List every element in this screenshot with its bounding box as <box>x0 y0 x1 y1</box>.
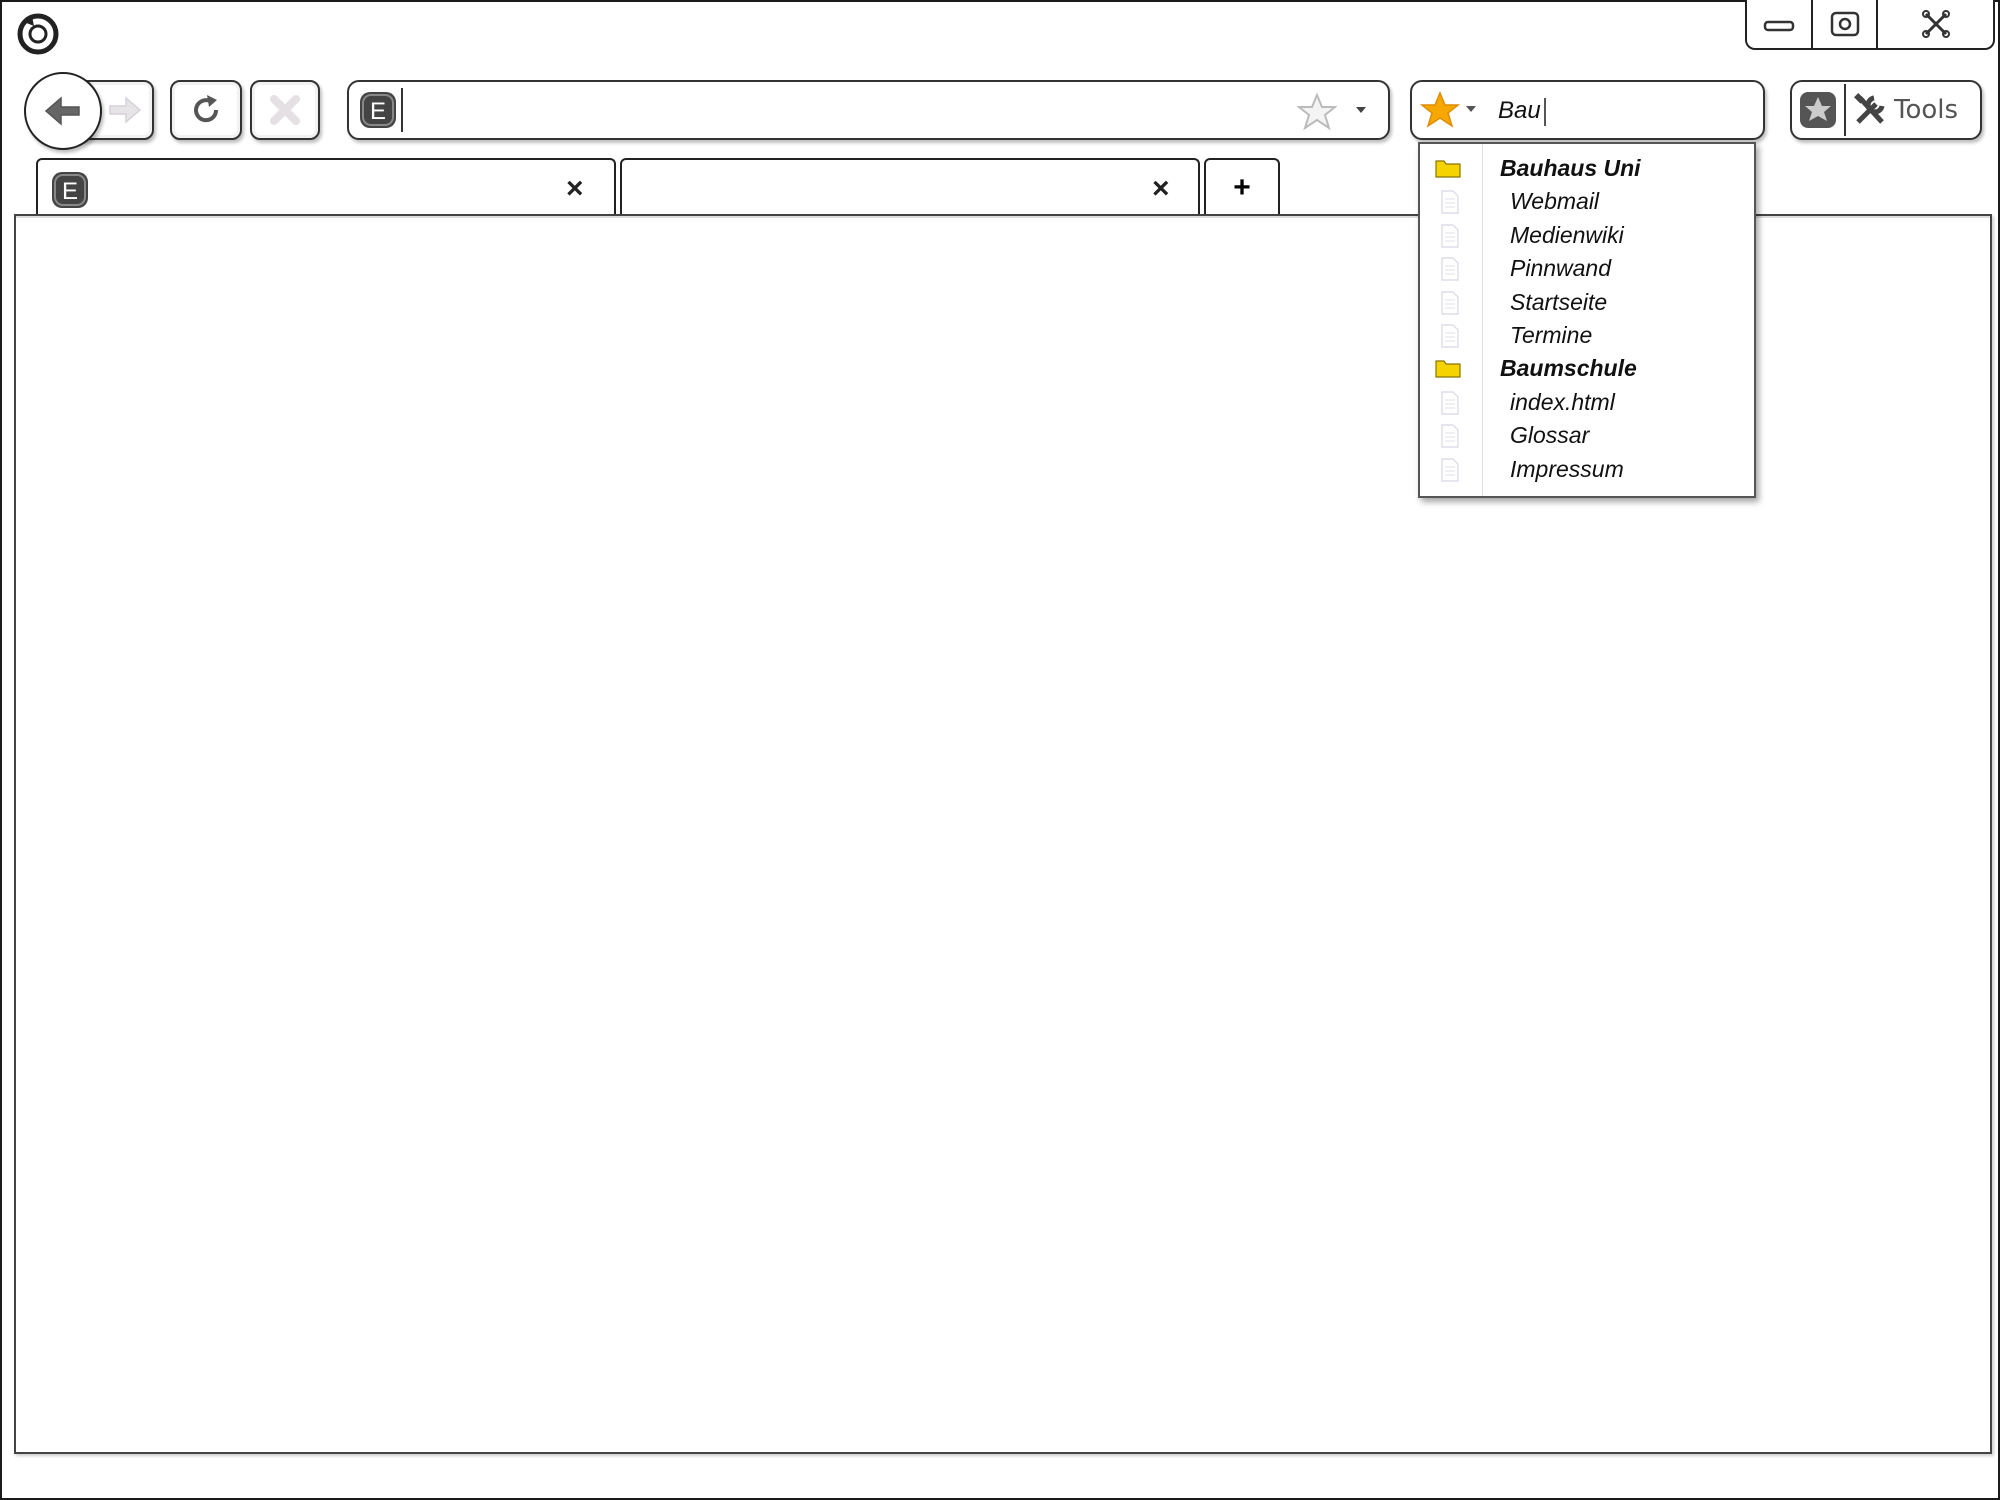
bookmark-folder-row[interactable]: Baumschule <box>1420 352 1754 385</box>
tab-close-button[interactable]: × <box>1152 174 1170 204</box>
page-icon <box>1440 424 1460 453</box>
reload-icon <box>194 95 219 123</box>
bookmark-label: Impressum <box>1510 455 1624 482</box>
new-tab-button[interactable]: + <box>1204 158 1280 216</box>
plus-icon: + <box>1233 171 1251 204</box>
folder-icon <box>1434 357 1462 384</box>
site-favicon-icon: E <box>360 92 396 128</box>
stop-icon <box>270 95 300 125</box>
page-icon <box>1440 457 1460 487</box>
bookmark-folder-row[interactable]: Bauhaus Uni <box>1420 152 1754 185</box>
site-identity-button[interactable]: E <box>355 88 403 132</box>
forward-arrow-icon <box>109 96 142 124</box>
close-window-button[interactable] <box>1878 0 1993 48</box>
tools-button[interactable]: Tools <box>1852 92 1958 128</box>
folder-icon <box>1434 157 1462 184</box>
chevron-down-icon <box>1466 106 1476 112</box>
bookmark-item-row[interactable]: Webmail <box>1420 185 1754 218</box>
svg-text:E: E <box>62 178 78 205</box>
chevron-down-icon <box>1356 107 1366 113</box>
bookmark-item-row[interactable]: Glossar <box>1420 419 1754 452</box>
close-icon <box>1921 10 1950 38</box>
page-icon <box>1440 324 1460 353</box>
stop-button[interactable] <box>250 80 320 140</box>
back-arrow-icon <box>44 96 80 126</box>
tab-favicon-icon: E <box>50 170 90 210</box>
bookmark-label: Pinnwand <box>1510 255 1612 282</box>
bookmark-star-button[interactable] <box>1296 92 1338 132</box>
page-icon <box>1440 224 1460 253</box>
bookmark-label: Medienwiki <box>1510 221 1624 248</box>
search-engine-button[interactable] <box>1419 90 1461 130</box>
bookmark-label: Bauhaus Uni <box>1500 155 1641 181</box>
bookmark-item-row[interactable]: Pinnwand <box>1420 252 1754 285</box>
bookmark-search-box[interactable]: Bau <box>1410 80 1765 140</box>
minimize-icon <box>1763 20 1795 32</box>
bookmark-label: Webmail <box>1510 188 1600 215</box>
addons-button[interactable] <box>1792 84 1846 136</box>
tab-inactive[interactable]: × <box>620 158 1200 216</box>
page-icon <box>1440 190 1460 219</box>
svg-text:E: E <box>370 98 386 125</box>
tab-close-button[interactable]: × <box>566 174 584 204</box>
bookmark-item-row[interactable]: Termine <box>1420 319 1754 352</box>
bookmark-label: Termine <box>1510 322 1593 348</box>
address-dropdown-button[interactable] <box>1351 100 1371 120</box>
bookmark-label: Baumschule <box>1500 355 1637 382</box>
search-engine-dropdown[interactable] <box>1464 102 1478 116</box>
page-icon <box>1440 391 1460 420</box>
minimize-button[interactable] <box>1747 0 1813 48</box>
star-outline-icon <box>1296 92 1338 131</box>
bookmark-label: Startseite <box>1510 288 1608 315</box>
bookmark-suggestions-dropdown: Bauhaus Uni Webmail Medienwiki Pinnwand Star… <box>1418 142 1756 498</box>
page-icon <box>1440 290 1460 320</box>
search-input[interactable]: Bau <box>1498 97 1546 126</box>
tools-label: Tools <box>1894 95 1959 125</box>
bookmark-label: Glossar <box>1510 422 1590 449</box>
maximize-button[interactable] <box>1813 0 1879 48</box>
reload-button[interactable] <box>170 80 242 140</box>
tools-icon <box>1854 93 1885 124</box>
text-caret <box>1543 97 1546 126</box>
bookmark-label: index.html <box>1510 388 1615 415</box>
app-logo-icon <box>16 12 60 56</box>
bookmark-item-row[interactable]: Impressum <box>1420 453 1754 486</box>
addon-icon <box>1800 92 1836 128</box>
bookmark-item-row[interactable]: Startseite <box>1420 286 1754 319</box>
url-input[interactable] <box>411 88 1215 134</box>
bookmark-item-row[interactable]: index.html <box>1420 386 1754 419</box>
tools-toolbar: Tools <box>1790 80 1982 140</box>
back-button[interactable] <box>24 72 102 150</box>
address-bar[interactable]: E <box>347 80 1390 140</box>
window-controls <box>1745 0 1995 50</box>
maximize-icon <box>1830 11 1859 37</box>
search-input-value: Bau <box>1498 97 1541 124</box>
star-icon <box>1419 91 1461 128</box>
bookmark-item-row[interactable]: Medienwiki <box>1420 219 1754 252</box>
tab-active[interactable]: E × <box>36 158 616 216</box>
page-icon <box>1440 257 1460 286</box>
